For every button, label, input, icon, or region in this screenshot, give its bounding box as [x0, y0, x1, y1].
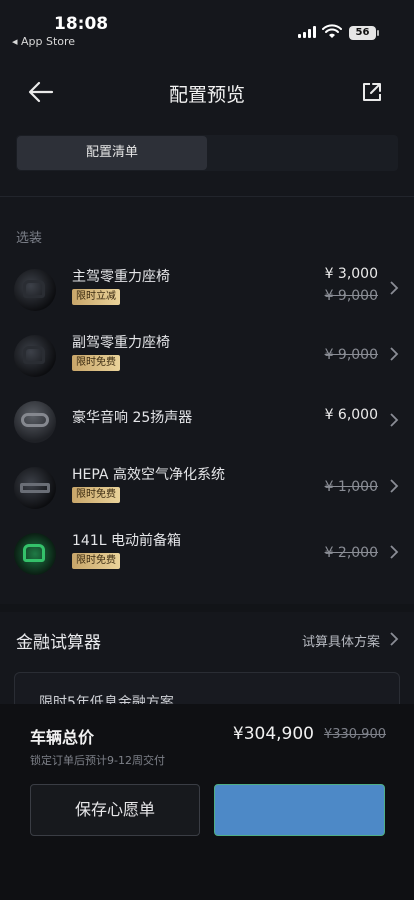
tab-bar: 配置清单: [16, 135, 398, 171]
battery-icon: 56: [349, 26, 379, 40]
frunk-thumbnail: [14, 533, 56, 575]
total-original-price: ¥330,900: [323, 727, 386, 742]
option-passenger-seat[interactable]: 副驾零重力座椅 限时免费 ¥ 9,000: [0, 329, 414, 389]
chevron-right-icon[interactable]: [388, 346, 400, 362]
chevron-right-icon[interactable]: [388, 412, 400, 428]
speaker-thumbnail: [14, 401, 56, 443]
option-name: HEPA 高效空气净化系统: [72, 467, 225, 483]
bottom-action-bar: 车辆总价 锁定订单后预计9-12周交付 ¥304,900 ¥330,900 保存…: [0, 704, 414, 900]
option-original-price: ¥ 1,000: [324, 479, 378, 495]
promo-badge: 限时立减: [72, 289, 120, 305]
option-name: 主驾零重力座椅: [72, 269, 170, 285]
driver-seat-thumbnail: [14, 269, 56, 311]
option-name: 副驾零重力座椅: [72, 335, 170, 351]
promo-badge: 限时免费: [72, 553, 120, 569]
options-section-label: 选装: [16, 231, 43, 246]
total-price: ¥304,900: [232, 724, 314, 744]
page-header: 配置预览: [0, 68, 414, 116]
tab-secondary[interactable]: [208, 135, 398, 171]
delivery-note: 锁定订单后预计9-12周交付: [30, 754, 165, 767]
order-button[interactable]: [214, 784, 385, 836]
promo-badge: 限时免费: [72, 355, 120, 371]
chevron-right-icon[interactable]: [388, 631, 400, 647]
option-original-price: ¥ 9,000: [324, 288, 378, 304]
finance-calculator-title: 金融试算器: [16, 633, 101, 653]
option-original-price: ¥ 9,000: [324, 347, 378, 363]
option-name: 豪华音响 25扬声器: [72, 410, 193, 426]
status-bar: 18:08 ◂ App Store 56: [0, 0, 414, 56]
option-driver-seat[interactable]: 主驾零重力座椅 限时立减 ¥ 3,000 ¥ 9,000: [0, 263, 414, 323]
option-premium-audio[interactable]: 豪华音响 25扬声器 ¥ 6,000: [0, 395, 414, 455]
chevron-right-icon[interactable]: [388, 280, 400, 296]
tab-config-list[interactable]: 配置清单: [17, 136, 207, 170]
divider: [0, 604, 414, 612]
passenger-seat-thumbnail: [14, 335, 56, 377]
option-hepa-filter[interactable]: HEPA 高效空气净化系统 限时免费 ¥ 1,000: [0, 461, 414, 521]
total-price-label: 车辆总价: [30, 728, 95, 747]
status-time: 18:08: [54, 14, 109, 34]
back-to-app-store-link[interactable]: ◂ App Store: [12, 35, 75, 48]
wifi-icon: [322, 24, 342, 38]
option-price: ¥ 3,000: [324, 266, 378, 282]
option-original-price: ¥ 2,000: [324, 545, 378, 561]
chevron-right-icon[interactable]: [388, 478, 400, 494]
chevron-right-icon[interactable]: [388, 544, 400, 560]
promo-badge: 限时免费: [72, 487, 120, 503]
share-icon[interactable]: [360, 80, 384, 104]
option-price: ¥ 6,000: [324, 407, 378, 423]
finance-plan-link[interactable]: 试算具体方案: [302, 631, 380, 650]
divider: [0, 196, 414, 197]
option-name: 141L 电动前备箱: [72, 533, 181, 549]
air-filter-thumbnail: [14, 467, 56, 509]
option-electric-frunk[interactable]: 141L 电动前备箱 限时免费 ¥ 2,000: [0, 527, 414, 587]
save-wishlist-button[interactable]: 保存心愿单: [30, 784, 200, 836]
page-title: 配置预览: [168, 84, 245, 106]
cellular-signal-icon: [298, 26, 316, 38]
